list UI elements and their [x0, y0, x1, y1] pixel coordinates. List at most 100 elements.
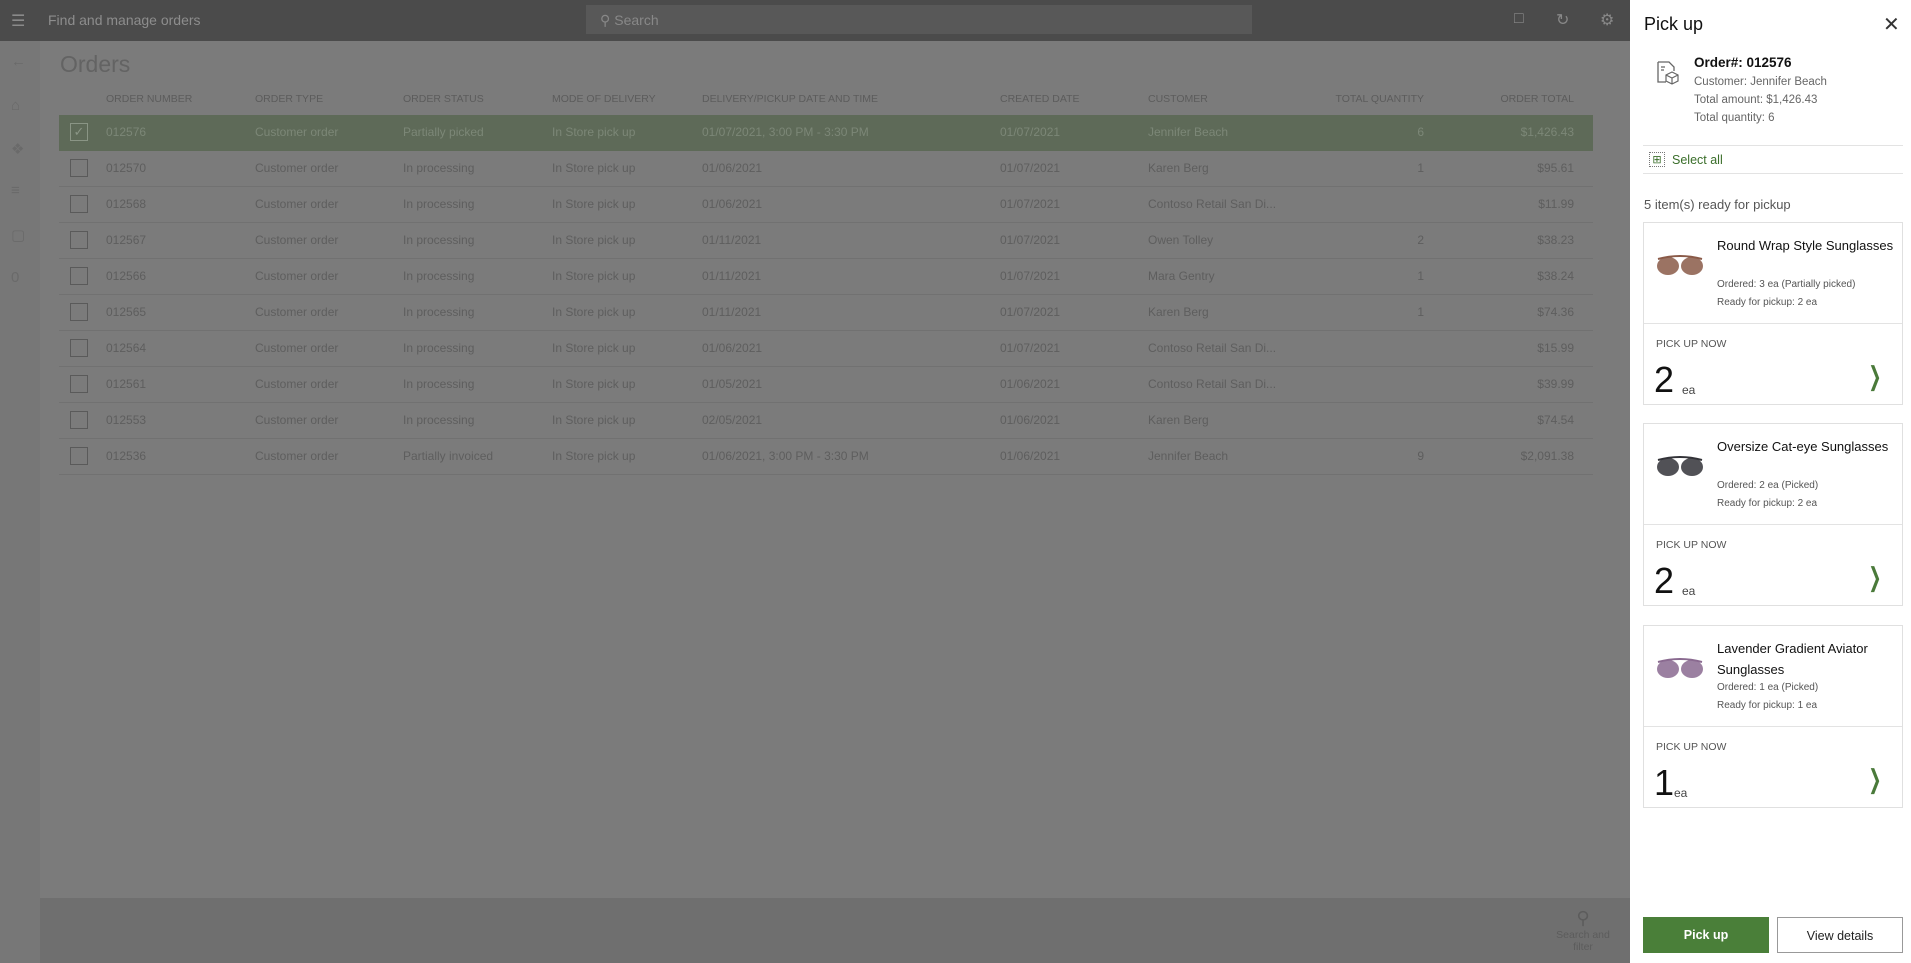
cell-number: 012536: [106, 449, 147, 463]
cell-total: $15.99: [1537, 341, 1574, 355]
column-header[interactable]: ORDER STATUS: [403, 93, 484, 105]
column-header[interactable]: ORDER NUMBER: [106, 93, 192, 105]
cell-status: In processing: [403, 197, 475, 211]
cell-type: Customer order: [255, 449, 339, 463]
order-customer: Customer: Jennifer Beach: [1694, 76, 1827, 88]
row-checkbox[interactable]: [70, 375, 88, 393]
table-row[interactable]: 012567 Customer order In processing In Stor…: [59, 223, 1593, 259]
number-icon[interactable]: 0: [11, 269, 19, 286]
pick-up-now-label: PICK UP NOW: [1656, 539, 1727, 551]
cell-status: In processing: [403, 233, 475, 247]
row-checkbox[interactable]: [70, 339, 88, 357]
divider: [1643, 145, 1903, 146]
cell-status: Partially picked: [403, 125, 484, 139]
cell-qty: 9: [1417, 449, 1424, 463]
column-header[interactable]: MODE OF DELIVERY: [552, 93, 656, 105]
pickup-item-card[interactable]: Lavender Gradient Aviator Sunglasses Orde…: [1643, 625, 1903, 808]
table-row[interactable]: ✓ 012576 Customer order Partially picked In …: [59, 115, 1593, 151]
cell-pickup: 01/07/2021, 3:00 PM - 3:30 PM: [702, 125, 869, 139]
pick-up-button[interactable]: Pick up: [1643, 917, 1769, 953]
products-icon[interactable]: ❖: [11, 140, 24, 158]
pickup-item-card[interactable]: Oversize Cat-eye Sunglasses Ordered: 2 ea…: [1643, 423, 1903, 606]
cell-created: 01/07/2021: [1000, 233, 1061, 247]
row-checkbox[interactable]: [70, 303, 88, 321]
bag-icon[interactable]: ▢: [11, 226, 25, 244]
cell-mode: In Store pick up: [552, 341, 636, 355]
column-header[interactable]: CUSTOMER: [1148, 93, 1208, 105]
cell-customer: Karen Berg: [1148, 413, 1209, 427]
divider: [1643, 173, 1903, 174]
close-icon[interactable]: ✕: [1883, 12, 1900, 37]
item-name: Oversize Cat-eye Sunglasses: [1717, 439, 1889, 454]
select-all-button[interactable]: ⊞ Select all: [1649, 152, 1723, 167]
row-checkbox[interactable]: [70, 411, 88, 429]
view-details-button[interactable]: View details: [1777, 917, 1903, 953]
settings-gear-icon[interactable]: ⚙: [1600, 10, 1614, 30]
back-arrow-icon[interactable]: ←: [11, 53, 26, 70]
cell-status: In processing: [403, 161, 475, 175]
cell-created: 01/07/2021: [1000, 197, 1061, 211]
cell-qty: 1: [1417, 269, 1424, 283]
column-header[interactable]: ORDER TOTAL: [1454, 93, 1574, 105]
table-row[interactable]: 012553 Customer order In processing In Stor…: [59, 403, 1593, 439]
table-row[interactable]: 012568 Customer order In processing In Stor…: [59, 187, 1593, 223]
row-checkbox[interactable]: [70, 267, 88, 285]
hamburger-menu-icon[interactable]: ☰: [11, 11, 25, 31]
pick-quantity: 2: [1654, 560, 1675, 601]
search-icon: ⚲: [1576, 908, 1590, 928]
table-row[interactable]: 012561 Customer order In processing In Stor…: [59, 367, 1593, 403]
cell-type: Customer order: [255, 305, 339, 319]
cell-mode: In Store pick up: [552, 449, 636, 463]
pick-quantity: 1: [1654, 762, 1675, 803]
feedback-icon[interactable]: □: [1514, 10, 1524, 28]
cell-status: In processing: [403, 305, 475, 319]
cell-status: Partially invoiced: [403, 449, 494, 463]
order-total-amount: Total amount: $1,426.43: [1694, 94, 1818, 106]
chevron-right-icon[interactable]: ❯: [1868, 562, 1881, 593]
column-header[interactable]: TOTAL QUANTITY: [1304, 93, 1424, 105]
refresh-icon[interactable]: ↻: [1556, 10, 1569, 30]
select-all-icon: ⊞: [1649, 152, 1665, 167]
list-icon[interactable]: ≡: [11, 182, 20, 199]
table-row[interactable]: 012570 Customer order In processing In Stor…: [59, 151, 1593, 187]
sunglasses-image: [1657, 255, 1703, 275]
sunglasses-image: [1657, 456, 1703, 476]
table-row[interactable]: 012566 Customer order In processing In Stor…: [59, 259, 1593, 295]
search-and-filter-button[interactable]: ⚲ Search and filter: [1548, 908, 1618, 953]
cell-type: Customer order: [255, 233, 339, 247]
item-ordered: Ordered: 2 ea (Picked): [1717, 480, 1819, 491]
row-checkbox[interactable]: [70, 159, 88, 177]
search-icon: ⚲: [600, 12, 611, 28]
column-header[interactable]: CREATED DATE: [1000, 93, 1080, 105]
divider: [1644, 524, 1902, 525]
cell-customer: Jennifer Beach: [1148, 449, 1229, 463]
cell-type: Customer order: [255, 413, 339, 427]
row-checkbox[interactable]: [70, 195, 88, 213]
chevron-right-icon[interactable]: ❯: [1868, 764, 1881, 795]
column-header[interactable]: DELIVERY/PICKUP DATE AND TIME: [702, 93, 878, 105]
cell-pickup: 01/05/2021: [702, 377, 763, 391]
cell-pickup: 01/06/2021, 3:00 PM - 3:30 PM: [702, 449, 869, 463]
cell-type: Customer order: [255, 161, 339, 175]
top-bar: ☰ Find and manage orders ⚲ Search □ ↻ ⚙: [0, 0, 1630, 41]
table-row[interactable]: 012536 Customer order Partially invoiced In…: [59, 439, 1593, 475]
row-checkbox[interactable]: [70, 231, 88, 249]
pick-up-now-label: PICK UP NOW: [1656, 741, 1727, 753]
cell-number: 012567: [106, 233, 147, 247]
row-checkbox[interactable]: [70, 447, 88, 465]
column-header[interactable]: ORDER TYPE: [255, 93, 323, 105]
table-row[interactable]: 012564 Customer order In processing In Stor…: [59, 331, 1593, 367]
cell-total: $38.23: [1537, 233, 1574, 247]
chevron-right-icon[interactable]: ❯: [1868, 361, 1881, 392]
row-checkbox[interactable]: ✓: [70, 123, 88, 141]
cell-pickup: 01/06/2021: [702, 341, 763, 355]
bottom-app-bar: ⚲ Search and filter: [40, 898, 1630, 963]
table-row[interactable]: 012565 Customer order In processing In Stor…: [59, 295, 1593, 331]
order-package-icon: [1657, 61, 1679, 85]
search-input[interactable]: ⚲ Search: [586, 5, 1252, 34]
home-icon[interactable]: ⌂: [11, 97, 20, 114]
quantity-unit: ea: [1682, 584, 1696, 598]
cell-pickup: 01/06/2021: [702, 197, 763, 211]
panel-title: Pick up: [1644, 14, 1704, 34]
pickup-item-card[interactable]: Round Wrap Style Sunglasses Ordered: 3 ea…: [1643, 222, 1903, 405]
